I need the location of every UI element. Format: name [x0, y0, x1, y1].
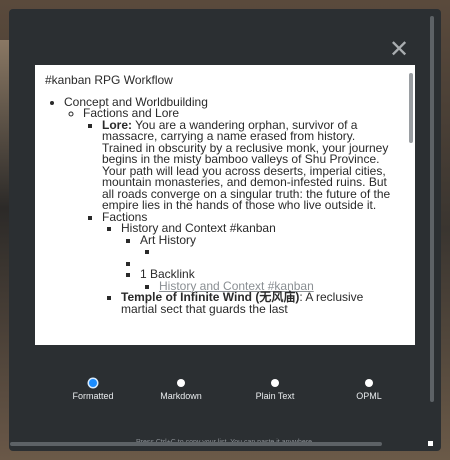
- format-options: Formatted Markdown Plain Text OPML: [49, 379, 401, 409]
- list-item: Factions History and Context #kanban Art…: [102, 211, 395, 316]
- preview-scrollbar[interactable]: [409, 73, 413, 143]
- list-item: Lore: You are a wandering orphan, surviv…: [102, 117, 395, 212]
- list-item: Temple of Infinite Wind (无风庙): A reclusi…: [121, 291, 395, 315]
- radio-button[interactable]: [177, 379, 185, 387]
- list-item-empty: [159, 246, 395, 258]
- export-dialog: ✕ #kanban RPG Workflow Concept and World…: [9, 9, 441, 451]
- export-doc-title: #kanban RPG Workflow: [45, 73, 173, 87]
- close-icon[interactable]: ✕: [387, 37, 411, 61]
- list-item: History and Context #kanban Art History: [121, 222, 395, 292]
- list-item: Art History: [140, 234, 395, 258]
- format-option-opml[interactable]: OPML: [325, 379, 413, 401]
- format-option-plain-text[interactable]: Plain Text: [231, 379, 319, 401]
- radio-button[interactable]: [365, 379, 373, 387]
- scroll-corner: [428, 441, 433, 446]
- lore-text: You are a wandering orphan, survivor of …: [102, 117, 391, 212]
- list-item: 1 Backlink History and Context #kanban: [140, 268, 395, 292]
- radio-button[interactable]: [271, 379, 279, 387]
- format-option-markdown[interactable]: Markdown: [137, 379, 225, 401]
- vertical-scrollbar[interactable]: [430, 16, 434, 402]
- list-item: Concept and Worldbuilding Factions and L…: [64, 96, 395, 316]
- radio-button[interactable]: [89, 379, 97, 387]
- format-option-formatted[interactable]: Formatted: [49, 379, 137, 401]
- horizontal-scrollbar[interactable]: [10, 442, 382, 446]
- export-preview[interactable]: #kanban RPG Workflow Concept and Worldbu…: [35, 65, 415, 345]
- list-item: Factions and Lore Lore: You are a wander…: [83, 107, 395, 316]
